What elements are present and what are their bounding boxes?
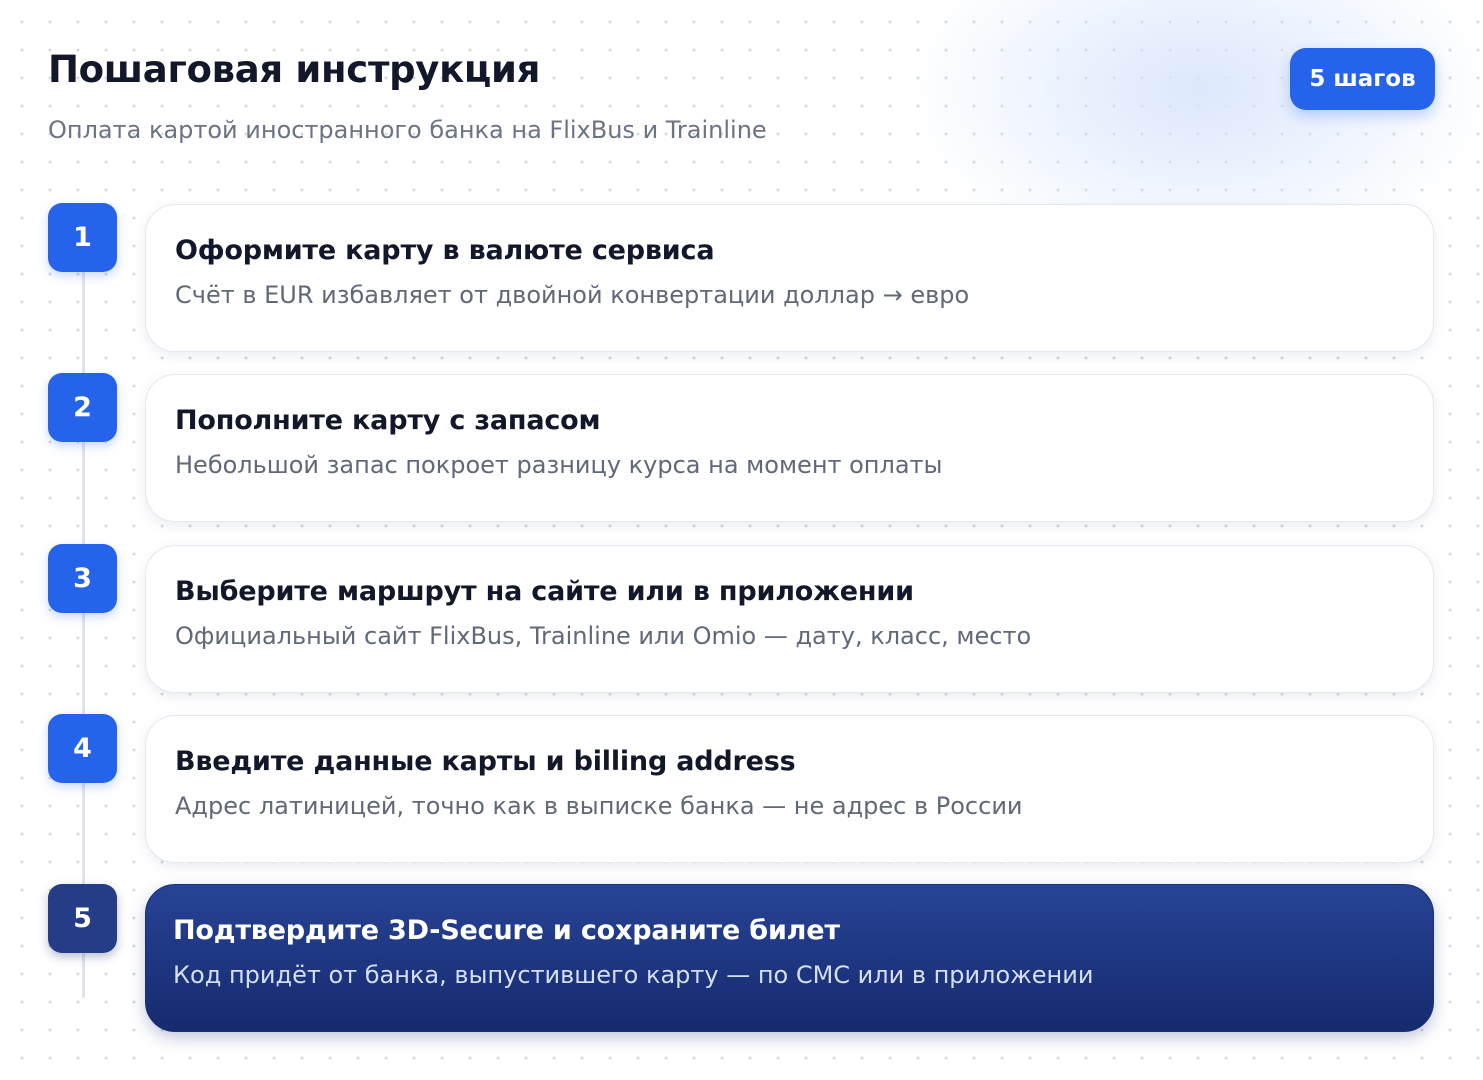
step-description: Код придёт от банка, выпустившего карту … [173, 961, 1094, 989]
step-card-highlighted: Подтвердите 3D-Secure и сохраните билет … [145, 884, 1434, 1032]
step-number-badge: 4 [48, 714, 117, 783]
step-card: Введите данные карты и billing address А… [145, 715, 1434, 863]
step-title: Введите данные карты и billing address [175, 746, 796, 777]
step-card: Оформите карту в валюте сервиса Счёт в E… [145, 204, 1434, 352]
step-count-badge: 5 шагов [1290, 48, 1435, 110]
step-number-badge: 1 [48, 203, 117, 272]
step-number-badge: 5 [48, 884, 117, 953]
step-description: Адрес латиницей, точно как в выписке бан… [175, 792, 1023, 820]
step-description: Счёт в EUR избавляет от двойной конверта… [175, 281, 970, 309]
step-description: Небольшой запас покроет разницу курса на… [175, 451, 943, 479]
step-title: Оформите карту в валюте сервиса [175, 235, 715, 266]
page-title: Пошаговая инструкция [48, 48, 541, 91]
step-title: Выберите маршрут на сайте или в приложен… [175, 576, 914, 607]
step-number-badge: 3 [48, 544, 117, 613]
page-subtitle: Оплата картой иностранного банка на Flix… [48, 116, 767, 144]
step-title: Подтвердите 3D-Secure и сохраните билет [173, 915, 840, 946]
step-card: Пополните карту с запасом Небольшой запа… [145, 374, 1434, 522]
step-title: Пополните карту с запасом [175, 405, 601, 436]
step-number-badge: 2 [48, 373, 117, 442]
step-card: Выберите маршрут на сайте или в приложен… [145, 545, 1434, 693]
step-description: Официальный сайт FlixBus, Trainline или … [175, 622, 1032, 650]
